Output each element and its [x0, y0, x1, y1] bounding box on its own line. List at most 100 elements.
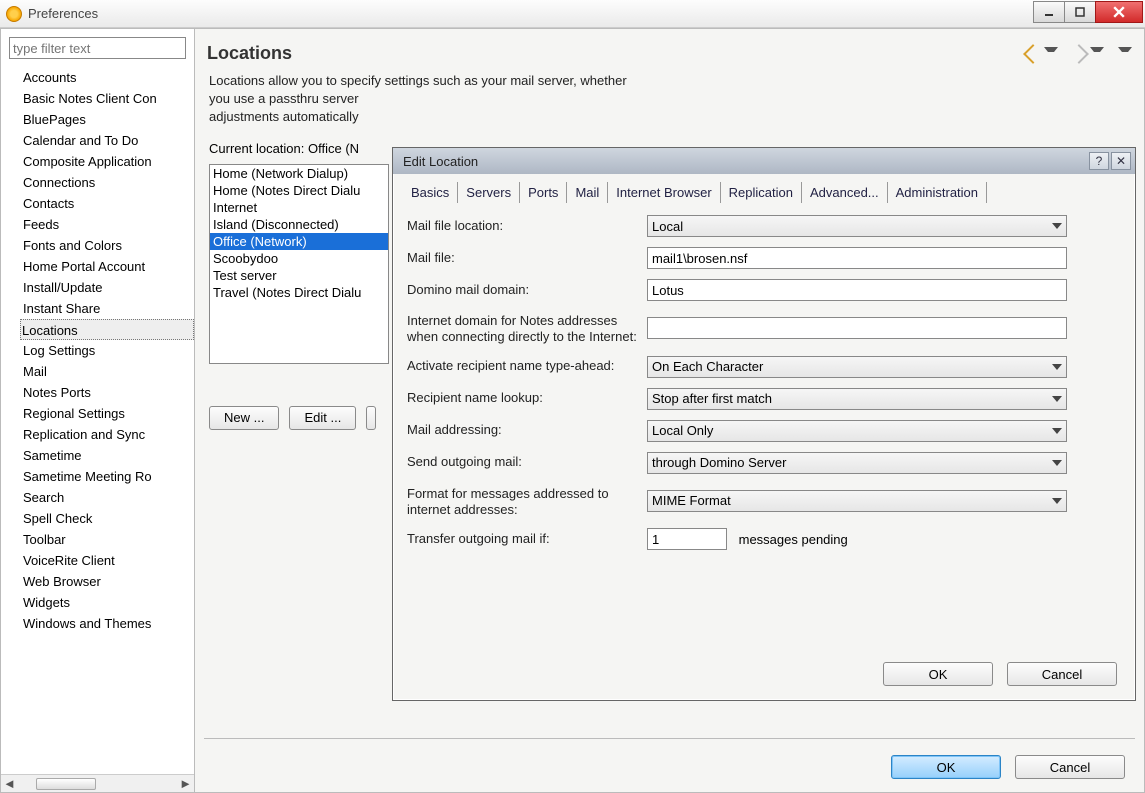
domino-domain-label: Domino mail domain: — [407, 282, 643, 298]
domino-domain-input[interactable] — [647, 279, 1067, 301]
transfer-row: messages pending — [647, 528, 1121, 550]
tree-item[interactable]: VoiceRite Client — [21, 550, 194, 571]
forward-dropdown-icon[interactable] — [1090, 47, 1104, 61]
page-nav — [1026, 47, 1132, 61]
scroll-thumb[interactable] — [36, 778, 96, 790]
tree-item[interactable]: Home Portal Account — [21, 256, 194, 277]
filter-input[interactable] — [9, 37, 186, 59]
bottom-divider — [204, 738, 1135, 739]
tree-item[interactable]: Sametime Meeting Ro — [21, 466, 194, 487]
dialog-tab[interactable]: Replication — [721, 182, 802, 203]
dialog-close-button[interactable]: ✕ — [1111, 152, 1131, 170]
back-dropdown-icon[interactable] — [1044, 47, 1058, 61]
menu-dropdown-icon[interactable] — [1118, 47, 1132, 61]
tree-item[interactable]: Regional Settings — [21, 403, 194, 424]
tree-horizontal-scrollbar[interactable]: ◄ ► — [1, 774, 194, 792]
transfer-count-input[interactable] — [647, 528, 727, 550]
location-list-item[interactable]: Scoobydoo — [210, 250, 388, 267]
chevron-down-icon — [1052, 364, 1062, 370]
location-list-item[interactable]: Home (Notes Direct Dialu — [210, 182, 388, 199]
close-button[interactable] — [1095, 1, 1143, 23]
tree-item[interactable]: Instant Share — [21, 298, 194, 319]
dialog-tabs: BasicsServersPortsMailInternet BrowserRe… — [393, 174, 1135, 203]
preferences-ok-button[interactable]: OK — [891, 755, 1001, 779]
chevron-down-icon — [1052, 428, 1062, 434]
dialog-tab[interactable]: Ports — [520, 182, 567, 203]
location-list-item[interactable]: Island (Disconnected) — [210, 216, 388, 233]
new-location-button[interactable]: New ... — [209, 406, 279, 430]
mail-form: Mail file location: Local Mail file: Dom… — [393, 203, 1135, 562]
forward-arrow-icon[interactable] — [1069, 44, 1089, 64]
location-list-item[interactable]: Test server — [210, 267, 388, 284]
preferences-cancel-button[interactable]: Cancel — [1015, 755, 1125, 779]
tree-item[interactable]: Locations — [20, 319, 194, 340]
tree-item[interactable]: Contacts — [21, 193, 194, 214]
tree-item[interactable]: Accounts — [21, 67, 194, 88]
dialog-tab[interactable]: Administration — [888, 182, 987, 203]
tree-item[interactable]: Spell Check — [21, 508, 194, 529]
location-list-item[interactable]: Internet — [210, 199, 388, 216]
tree-item[interactable]: Search — [21, 487, 194, 508]
lookup-select[interactable]: Stop after first match — [647, 388, 1067, 410]
outgoing-select[interactable]: through Domino Server — [647, 452, 1067, 474]
dialog-tab[interactable]: Internet Browser — [608, 182, 720, 203]
tree-item[interactable]: Calendar and To Do — [21, 130, 194, 151]
dialog-titlebar: Edit Location ? ✕ — [393, 148, 1135, 174]
dialog-tab[interactable]: Basics — [403, 182, 458, 203]
tree-item[interactable]: Replication and Sync — [21, 424, 194, 445]
back-arrow-icon[interactable] — [1023, 44, 1043, 64]
internet-domain-input[interactable] — [647, 317, 1067, 339]
tree-item[interactable]: Web Browser — [21, 571, 194, 592]
internet-domain-label: Internet domain for Notes addresses when… — [407, 311, 643, 346]
tree-item[interactable]: Mail — [21, 361, 194, 382]
tree-item[interactable]: Windows and Themes — [21, 613, 194, 634]
tree-item[interactable]: Feeds — [21, 214, 194, 235]
tree-item[interactable]: Install/Update — [21, 277, 194, 298]
dialog-ok-button[interactable]: OK — [883, 662, 993, 686]
truncated-button[interactable] — [366, 406, 376, 430]
preferences-tree[interactable]: AccountsBasic Notes Client ConBluePagesC… — [1, 67, 194, 774]
location-list-item[interactable]: Travel (Notes Direct Dialu — [210, 284, 388, 301]
tree-item[interactable]: Fonts and Colors — [21, 235, 194, 256]
lookup-label: Recipient name lookup: — [407, 390, 643, 406]
tree-item[interactable]: Notes Ports — [21, 382, 194, 403]
mail-file-input[interactable] — [647, 247, 1067, 269]
tree-item[interactable]: Composite Application — [21, 151, 194, 172]
dialog-title: Edit Location — [403, 154, 1087, 169]
preferences-dialog-buttons: OK Cancel — [891, 755, 1125, 779]
tree-item[interactable]: Toolbar — [21, 529, 194, 550]
edit-location-button[interactable]: Edit ... — [289, 406, 356, 430]
mail-file-location-label: Mail file location: — [407, 218, 643, 234]
dialog-tab[interactable]: Servers — [458, 182, 520, 203]
addressing-select[interactable]: Local Only — [647, 420, 1067, 442]
transfer-label: Transfer outgoing mail if: — [407, 531, 643, 547]
preferences-tree-panel: AccountsBasic Notes Client ConBluePagesC… — [1, 29, 195, 792]
window-title: Preferences — [28, 6, 1034, 21]
locations-listbox[interactable]: Home (Network Dialup)Home (Notes Direct … — [209, 164, 389, 364]
scroll-right-icon[interactable]: ► — [179, 776, 192, 791]
dialog-tab[interactable]: Mail — [567, 182, 608, 203]
location-list-item[interactable]: Home (Network Dialup) — [210, 165, 388, 182]
tree-item[interactable]: Widgets — [21, 592, 194, 613]
location-list-item[interactable]: Office (Network) — [210, 233, 388, 250]
edit-location-dialog: Edit Location ? ✕ BasicsServersPortsMail… — [392, 147, 1136, 701]
app-icon — [6, 6, 22, 22]
outgoing-label: Send outgoing mail: — [407, 454, 643, 470]
chevron-down-icon — [1052, 498, 1062, 504]
typeahead-label: Activate recipient name type-ahead: — [407, 358, 643, 374]
tree-item[interactable]: Sametime — [21, 445, 194, 466]
tree-item[interactable]: BluePages — [21, 109, 194, 130]
page-description: Locations allow you to specify settings … — [209, 72, 909, 127]
mail-file-location-select[interactable]: Local — [647, 215, 1067, 237]
dialog-tab[interactable]: Advanced... — [802, 182, 888, 203]
tree-item[interactable]: Connections — [21, 172, 194, 193]
tree-item[interactable]: Log Settings — [21, 340, 194, 361]
maximize-button[interactable] — [1064, 1, 1096, 23]
typeahead-select[interactable]: On Each Character — [647, 356, 1067, 378]
scroll-left-icon[interactable]: ◄ — [3, 776, 16, 791]
format-select[interactable]: MIME Format — [647, 490, 1067, 512]
dialog-cancel-button[interactable]: Cancel — [1007, 662, 1117, 686]
minimize-button[interactable] — [1033, 1, 1065, 23]
dialog-help-button[interactable]: ? — [1089, 152, 1109, 170]
tree-item[interactable]: Basic Notes Client Con — [21, 88, 194, 109]
